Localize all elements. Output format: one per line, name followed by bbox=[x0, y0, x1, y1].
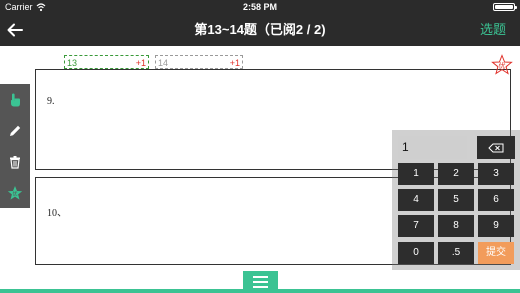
trash-icon bbox=[10, 155, 20, 169]
key-6[interactable]: 6 bbox=[478, 189, 514, 211]
star-icon: 优 bbox=[7, 185, 23, 200]
score-tag-13[interactable]: 13 +1 bbox=[64, 55, 149, 69]
hand-pointer-icon bbox=[11, 93, 20, 106]
score-tag-points: +1 bbox=[229, 58, 240, 68]
backspace-icon bbox=[488, 143, 504, 152]
select-question-button[interactable]: 选题 bbox=[480, 14, 506, 46]
svg-text:优: 优 bbox=[12, 190, 17, 197]
page-title: 第13~14题（已阅2 / 2) bbox=[194, 22, 326, 37]
menu-icon-bar bbox=[253, 276, 268, 278]
tool-star[interactable]: 优 bbox=[0, 177, 30, 208]
key-9[interactable]: 9 bbox=[478, 215, 514, 237]
app-screen: Carrier 2:58 PM 第13~14题（已阅2 / 2) 选题 13 +… bbox=[0, 0, 520, 293]
marking-toolbar: 优 bbox=[0, 84, 30, 208]
excellent-star-badge-icon[interactable]: 优 bbox=[491, 54, 513, 76]
score-display: 1 bbox=[398, 136, 467, 159]
menu-icon-bar bbox=[253, 286, 268, 288]
key-7[interactable]: 7 bbox=[398, 215, 434, 237]
status-bar: Carrier 2:58 PM bbox=[0, 0, 520, 14]
score-keypad: 1 1 2 3 4 5 6 7 8 9 0 .5 提交 bbox=[392, 130, 520, 270]
delete-key[interactable] bbox=[477, 136, 515, 159]
menu-button[interactable] bbox=[243, 271, 278, 293]
key-3[interactable]: 3 bbox=[478, 163, 514, 185]
tool-trash[interactable] bbox=[0, 146, 30, 177]
score-tag-number: 13 bbox=[67, 58, 78, 68]
question-number: 10、 bbox=[47, 208, 67, 219]
badge-label: 优 bbox=[499, 61, 506, 70]
key-1[interactable]: 1 bbox=[398, 163, 434, 185]
tool-pencil[interactable] bbox=[0, 115, 30, 146]
key-2[interactable]: 2 bbox=[438, 163, 474, 185]
nav-bar: 第13~14题（已阅2 / 2) 选题 bbox=[0, 14, 520, 46]
submit-button[interactable]: 提交 bbox=[478, 242, 514, 264]
score-tag-14[interactable]: 14 +1 bbox=[155, 55, 243, 69]
clock-label: 2:58 PM bbox=[242, 2, 277, 12]
question-number: 9. bbox=[47, 96, 55, 107]
key-half[interactable]: .5 bbox=[438, 242, 474, 264]
key-5[interactable]: 5 bbox=[438, 189, 474, 211]
score-tag-points: +1 bbox=[135, 58, 146, 68]
key-0[interactable]: 0 bbox=[398, 242, 434, 264]
battery-icon bbox=[493, 3, 517, 11]
menu-icon-bar bbox=[253, 281, 268, 283]
key-8[interactable]: 8 bbox=[438, 215, 474, 237]
pencil-icon bbox=[10, 125, 21, 136]
key-4[interactable]: 4 bbox=[398, 189, 434, 211]
score-tag-number: 14 bbox=[158, 58, 169, 68]
tool-pointer[interactable] bbox=[0, 84, 30, 115]
